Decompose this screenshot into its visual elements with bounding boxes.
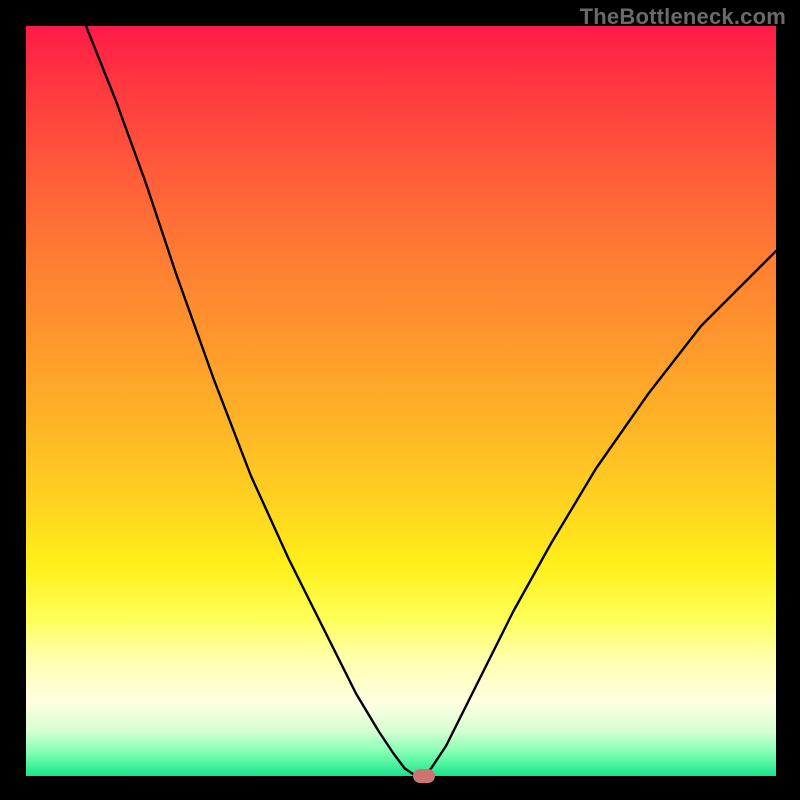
watermark-text: TheBottleneck.com (580, 4, 786, 30)
bottleneck-curve (26, 26, 776, 776)
optimum-marker (413, 769, 435, 783)
chart-frame: TheBottleneck.com (0, 0, 800, 800)
plot-area (26, 26, 776, 776)
